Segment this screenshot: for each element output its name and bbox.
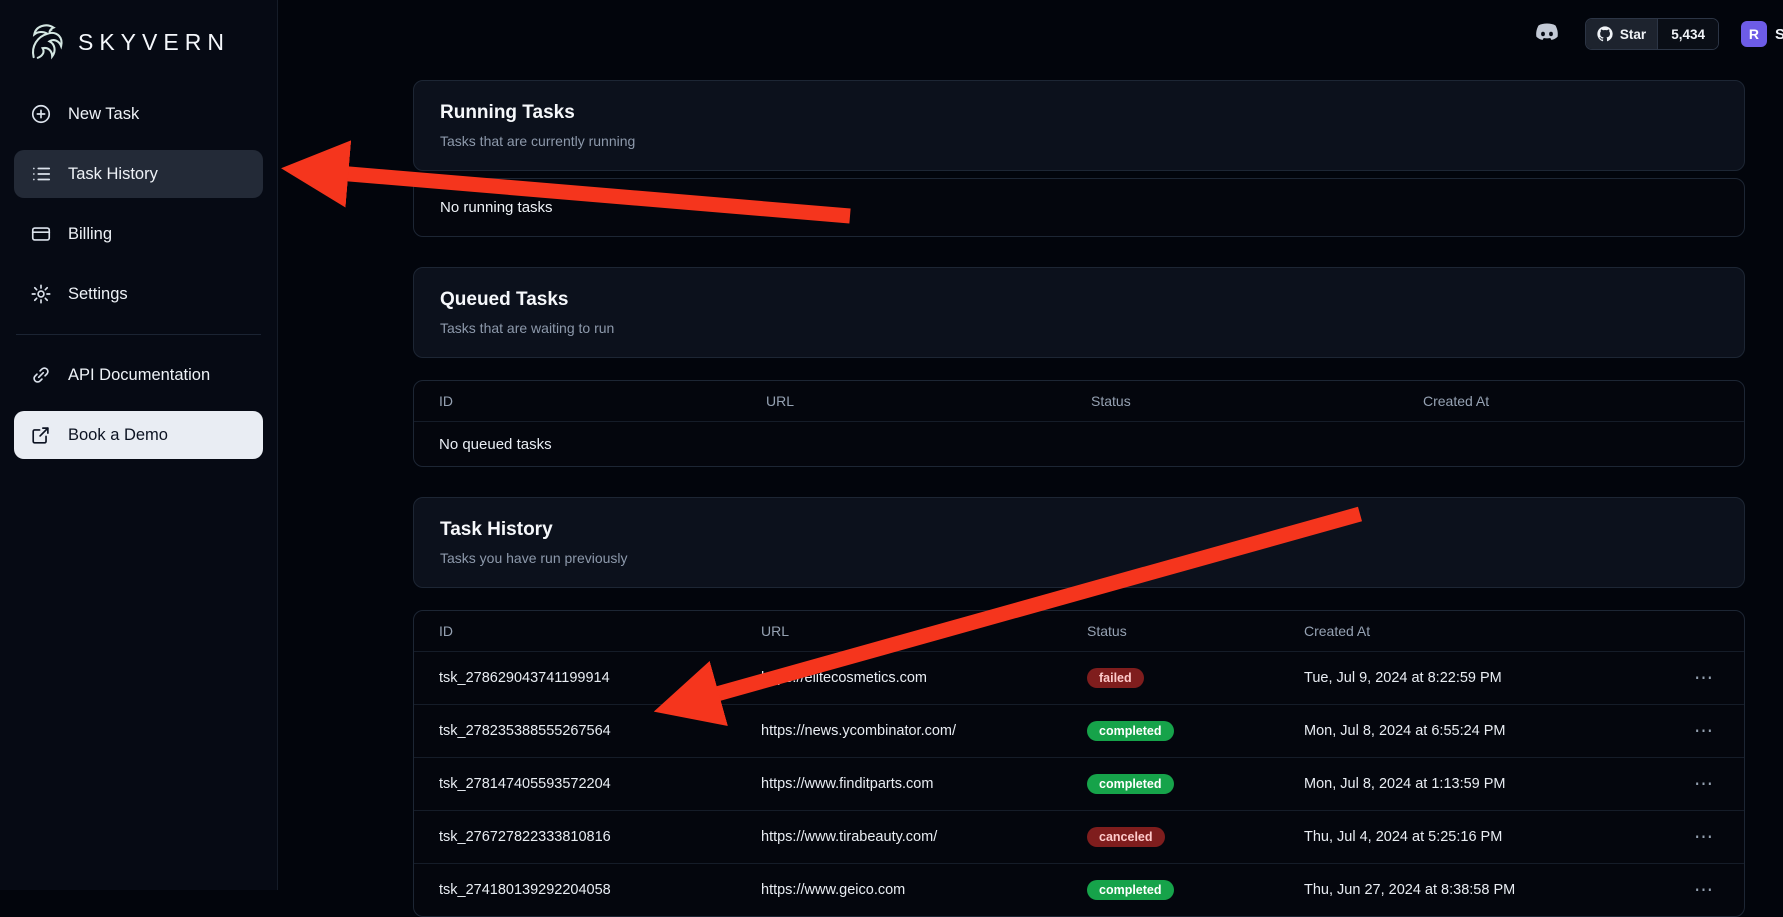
column-header-created-at: Created At [1423,393,1719,409]
queued-tasks-empty-state: No queued tasks [414,421,1744,466]
column-header-url: URL [766,393,1091,409]
sidebar-item-label: Task History [68,165,158,184]
queued-tasks-header: Queued Tasks Tasks that are waiting to r… [413,267,1745,358]
status-badge: completed [1087,721,1174,741]
column-header-created-at: Created At [1304,623,1669,639]
task-id: tsk_278235388555267564 [439,723,761,739]
status-badge: canceled [1087,827,1165,847]
task-url: https://elitecosmetics.com [761,670,1087,686]
table-row[interactable]: tsk_276727822333810816 https://www.tirab… [414,810,1744,863]
sidebar-item-task-history[interactable]: Task History [14,150,263,198]
sidebar-item-label: New Task [68,105,139,124]
status-badge: failed [1087,668,1144,688]
task-url: https://www.finditparts.com [761,776,1087,792]
section-title: Queued Tasks [440,289,1718,311]
github-star-button[interactable]: Star 5,434 [1585,18,1719,50]
sidebar-item-settings[interactable]: Settings [14,270,263,318]
task-created-at: Thu, Jul 4, 2024 at 5:25:16 PM [1304,829,1669,845]
sidebar-item-book-a-demo[interactable]: Book a Demo [14,411,263,459]
status-badge: completed [1087,774,1174,794]
running-tasks-header: Running Tasks Tasks that are currently r… [413,80,1745,171]
task-history-header: Task History Tasks you have run previous… [413,497,1745,588]
github-icon [1597,26,1613,42]
dragon-logo-icon [24,20,68,64]
column-header-id: ID [439,623,761,639]
running-tasks-section: Running Tasks Tasks that are currently r… [413,80,1745,237]
section-subtitle: Tasks you have run previously [440,550,1718,566]
task-created-at: Mon, Jul 8, 2024 at 6:55:24 PM [1304,723,1669,739]
discord-icon[interactable] [1533,23,1561,45]
github-star-label: Star [1620,27,1646,42]
task-url: https://news.ycombinator.com/ [761,723,1087,739]
task-history-section: Task History Tasks you have run previous… [413,497,1745,917]
column-header-url: URL [761,623,1087,639]
brand-name: SKYVERN [78,29,230,56]
table-row[interactable]: tsk_278629043741199914 https://elitecosm… [414,651,1744,704]
task-id: tsk_278629043741199914 [439,670,761,686]
list-icon [30,163,52,185]
task-id: tsk_276727822333810816 [439,829,761,845]
page-content: Running Tasks Tasks that are currently r… [278,68,1783,917]
queued-tasks-table: ID URL Status Created At No queued tasks [413,380,1745,467]
sidebar-item-label: Billing [68,225,112,244]
row-actions-button[interactable]: ⋯ [1688,879,1719,902]
github-star-count: 5,434 [1657,19,1718,49]
sidebar-item-label: API Documentation [68,366,210,385]
task-url: https://www.tirabeauty.com/ [761,829,1087,845]
sidebar-item-api-documentation[interactable]: API Documentation [14,351,263,399]
task-id: tsk_278147405593572204 [439,776,761,792]
section-subtitle: Tasks that are currently running [440,133,1718,149]
plus-circle-icon [30,103,52,125]
section-subtitle: Tasks that are waiting to run [440,320,1718,336]
task-url: https://www.geico.com [761,882,1087,898]
gear-icon [30,283,52,305]
task-created-at: Thu, Jun 27, 2024 at 8:38:58 PM [1304,882,1669,898]
row-actions-button[interactable]: ⋯ [1688,720,1719,743]
secondary-nav: API Documentation Book a Demo [14,351,263,459]
table-header-row: ID URL Status Created At [414,381,1744,421]
row-actions-button[interactable]: ⋯ [1688,826,1719,849]
link-icon [30,364,52,386]
primary-nav: New Task Task History Billing Settings [14,90,263,318]
task-history-table: ID URL Status Created At tsk_27862904374… [413,610,1745,917]
sidebar-item-new-task[interactable]: New Task [14,90,263,138]
skyvern-logo: SKYVERN [14,16,263,64]
task-created-at: Mon, Jul 8, 2024 at 1:13:59 PM [1304,776,1669,792]
table-row[interactable]: tsk_278147405593572204 https://www.findi… [414,757,1744,810]
task-id: tsk_274180139292204058 [439,882,761,898]
sidebar-item-billing[interactable]: Billing [14,210,263,258]
queued-tasks-section: Queued Tasks Tasks that are waiting to r… [413,267,1745,467]
external-link-icon [30,424,52,446]
column-header-status: Status [1087,623,1304,639]
table-row[interactable]: tsk_278235388555267564 https://news.ycom… [414,704,1744,757]
user-label: S [1775,26,1783,43]
column-header-status: Status [1091,393,1423,409]
running-tasks-empty-state: No running tasks [413,178,1745,237]
sidebar: SKYVERN New Task Task History Billing Se… [0,0,278,890]
section-title: Running Tasks [440,102,1718,124]
column-header-id: ID [439,393,766,409]
sidebar-divider [16,334,261,335]
sidebar-item-label: Book a Demo [68,426,168,445]
sidebar-item-label: Settings [68,285,128,304]
table-header-row: ID URL Status Created At [414,611,1744,651]
avatar[interactable]: R [1741,21,1767,47]
main-area: Star 5,434 R S Running Tasks Tasks that … [278,0,1783,890]
status-badge: completed [1087,880,1174,900]
section-title: Task History [440,519,1718,541]
row-actions-button[interactable]: ⋯ [1688,667,1719,690]
row-actions-button[interactable]: ⋯ [1688,773,1719,796]
task-created-at: Tue, Jul 9, 2024 at 8:22:59 PM [1304,670,1669,686]
topbar: Star 5,434 R S [278,0,1783,68]
credit-card-icon [30,223,52,245]
task-history-rows: tsk_278629043741199914 https://elitecosm… [414,651,1744,916]
